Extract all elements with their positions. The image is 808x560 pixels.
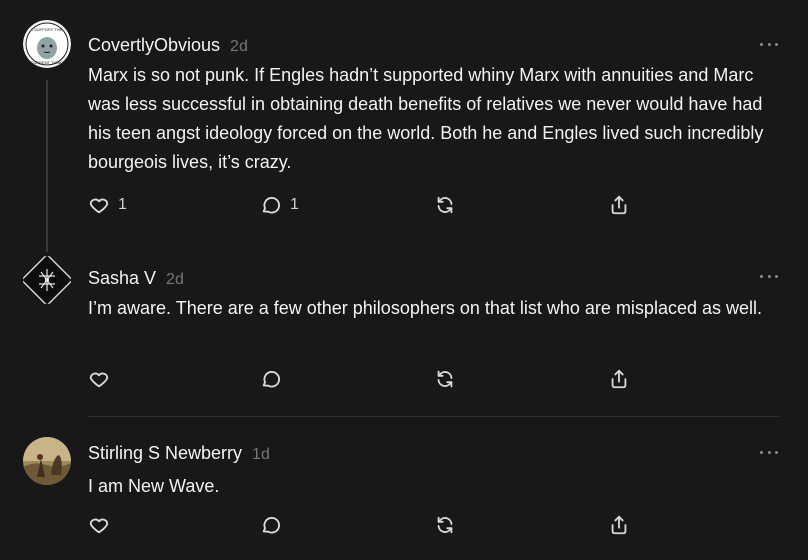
reply-button[interactable] [260, 513, 282, 537]
more-icon [760, 450, 763, 454]
comment-icon [262, 197, 280, 214]
restack-icon [437, 196, 453, 214]
share-icon [611, 515, 627, 535]
like-button[interactable] [88, 513, 110, 537]
heart-icon [89, 372, 109, 388]
comment-actions [88, 367, 648, 391]
timestamp[interactable]: 1d [252, 446, 270, 464]
comment-body: Marx is so not punk. If Engles hadn’t su… [88, 65, 764, 172]
reply-button[interactable] [260, 367, 282, 391]
comment-actions: 1 1 [88, 193, 648, 217]
share-icon [611, 369, 627, 389]
more-options-button[interactable] [760, 41, 778, 47]
avatar[interactable] [23, 437, 71, 485]
more-options-button[interactable] [760, 273, 778, 279]
timestamp[interactable]: 2d [166, 271, 184, 289]
author-name[interactable]: CovertlyObvious [88, 35, 220, 56]
svg-text:CURRENT THING: CURRENT THING [31, 60, 64, 65]
comment-icon [262, 517, 280, 534]
restack-button[interactable] [434, 367, 456, 391]
more-options-button[interactable] [760, 449, 778, 455]
like-button[interactable]: 1 [88, 193, 127, 217]
share-button[interactable] [608, 513, 630, 537]
timestamp[interactable]: 2d [230, 38, 248, 56]
comment-icon [262, 371, 280, 388]
restack-button[interactable] [434, 513, 456, 537]
heart-icon [89, 198, 109, 214]
more-icon [760, 42, 763, 46]
comment-header: Stirling S Newberry 1d [88, 443, 270, 464]
comment-header: Sasha V 2d [88, 268, 184, 289]
restack-icon [437, 516, 453, 534]
like-button[interactable] [88, 367, 110, 391]
heart-icon [89, 518, 109, 534]
author-name[interactable]: Sasha V [88, 268, 156, 289]
reply-count: 1 [290, 196, 299, 213]
comment-body: I am New Wave. [88, 476, 220, 496]
share-button[interactable] [608, 367, 630, 391]
avatar[interactable] [23, 256, 71, 304]
share-icon [611, 195, 627, 215]
comment-header: CovertlyObvious 2d [88, 35, 248, 56]
reply-button[interactable]: 1 [260, 193, 299, 217]
restack-button[interactable] [434, 193, 456, 217]
like-count: 1 [118, 196, 127, 213]
restack-icon [437, 370, 453, 388]
avatar[interactable]: I SUPPORT THE CURRENT THING [23, 20, 71, 68]
thread-line [46, 80, 48, 252]
svg-text:I SUPPORT THE: I SUPPORT THE [32, 27, 63, 32]
more-icon [760, 274, 763, 278]
comment-body: I’m aware. There are a few other philoso… [88, 298, 762, 318]
divider [88, 416, 780, 417]
comment-actions [88, 513, 648, 537]
share-button[interactable] [608, 193, 630, 217]
author-name[interactable]: Stirling S Newberry [88, 443, 242, 464]
